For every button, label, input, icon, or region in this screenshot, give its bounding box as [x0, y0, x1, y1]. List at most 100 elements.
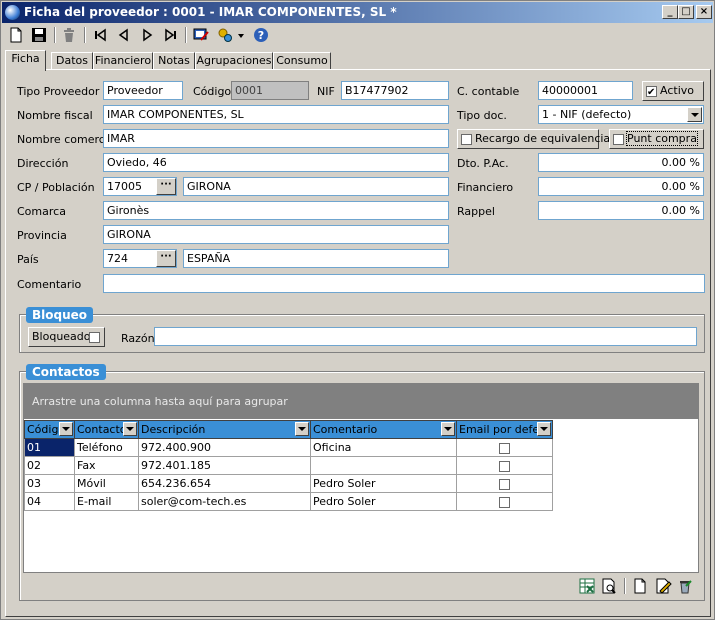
delete-contact-icon[interactable]	[676, 577, 694, 595]
codigo-field: 0001	[231, 81, 309, 100]
email-defecto-checkbox[interactable]	[499, 460, 510, 472]
chevron-down-icon[interactable]	[441, 422, 455, 436]
cell-descripcion[interactable]: 972.400.900	[138, 438, 311, 457]
cell-comentario[interactable]: Pedro Soler	[310, 474, 457, 493]
cp-lookup-button[interactable]: ···	[156, 178, 176, 195]
new-contact-icon[interactable]	[631, 577, 649, 595]
cell-codigo[interactable]: 03	[24, 474, 75, 493]
nif-field[interactable]: B17477902	[341, 81, 449, 100]
toolbar-separator	[624, 578, 626, 594]
tab-financiero[interactable]: Financiero	[93, 52, 153, 70]
cell-contacto[interactable]: Fax	[74, 456, 139, 475]
tab-notas[interactable]: Notas	[153, 52, 195, 70]
comentario-field[interactable]	[103, 274, 705, 293]
cell-codigo[interactable]: 04	[24, 492, 75, 511]
next-record-icon[interactable]	[138, 26, 156, 44]
column-header-label: Códig	[27, 423, 59, 436]
cell-contacto[interactable]: Móvil	[74, 474, 139, 493]
tipo-doc-label: Tipo doc.	[457, 109, 507, 122]
tab-ficha[interactable]: Ficha	[5, 50, 46, 71]
email-defecto-checkbox[interactable]	[499, 478, 510, 490]
print-preview-icon[interactable]	[600, 577, 618, 595]
tab-agrupaciones[interactable]: Agrupaciones	[195, 52, 273, 70]
chevron-down-icon[interactable]	[123, 422, 137, 436]
cell-contacto[interactable]: Teléfono	[74, 438, 139, 457]
table-row[interactable]: 01 Teléfono 972.400.900 Oficina	[24, 438, 553, 457]
direccion-field[interactable]: Oviedo, 46	[103, 153, 449, 172]
cell-contacto[interactable]: E-mail	[74, 492, 139, 511]
delete-icon[interactable]	[60, 26, 78, 44]
dto-pac-label: Dto. P.Ac.	[457, 157, 509, 170]
cell-comentario[interactable]: Pedro Soler	[310, 492, 457, 511]
punt-compra-checkbox[interactable]: Punt compra	[609, 129, 704, 149]
financiero-field[interactable]: 0.00 %	[538, 177, 704, 196]
cell-email-defecto[interactable]	[456, 492, 553, 511]
column-header-descripcion[interactable]: Descripción	[138, 420, 311, 439]
tipo-proveedor-select[interactable]: Proveedor	[103, 81, 183, 100]
maximize-button[interactable]: □	[678, 5, 694, 19]
save-icon[interactable]	[30, 26, 48, 44]
column-header-comentario[interactable]: Comentario	[310, 420, 457, 439]
last-record-icon[interactable]	[161, 26, 179, 44]
cp-poblacion-label: CP / Población	[17, 181, 95, 194]
table-row[interactable]: 02 Fax 972.401.185	[24, 456, 553, 475]
pais-lookup-button[interactable]: ···	[156, 250, 176, 267]
pais-field[interactable]: ESPAÑA	[183, 249, 449, 268]
close-button[interactable]: ×	[696, 5, 712, 19]
rappel-field[interactable]: 0.00 %	[538, 201, 704, 220]
email-defecto-checkbox[interactable]	[499, 442, 510, 454]
export-excel-icon[interactable]	[578, 577, 596, 595]
app-icon	[5, 5, 20, 20]
cell-codigo[interactable]: 01	[24, 438, 75, 457]
new-doc-icon[interactable]	[7, 26, 25, 44]
financiero-label: Financiero	[457, 181, 514, 194]
contactos-grid: Arrastre una columna hasta aquí para agr…	[23, 383, 699, 573]
activo-checkbox[interactable]: Activo	[642, 81, 704, 102]
cell-descripcion[interactable]: soler@com-tech.es	[138, 492, 311, 511]
bloqueo-title: Bloqueo	[26, 307, 94, 323]
poblacion-field[interactable]: GIRONA	[183, 177, 449, 196]
tools-icon[interactable]	[216, 26, 234, 44]
customize-icon[interactable]	[192, 26, 210, 44]
chevron-down-icon[interactable]	[537, 422, 551, 436]
cell-email-defecto[interactable]	[456, 474, 553, 493]
recargo-label: Recargo de equivalencia	[475, 132, 611, 145]
comarca-field[interactable]: Gironès	[103, 201, 449, 220]
cell-descripcion[interactable]: 972.401.185	[138, 456, 311, 475]
provincia-field[interactable]: GIRONA	[103, 225, 449, 244]
toolbar-separator	[54, 27, 56, 43]
column-header-contacto[interactable]: Contacto	[74, 420, 139, 439]
chevron-down-icon[interactable]	[295, 422, 309, 436]
tipo-doc-select[interactable]: 1 - NIF (defecto)	[538, 105, 704, 124]
c-contable-field[interactable]: 40000001	[538, 81, 633, 100]
edit-contact-icon[interactable]	[654, 577, 672, 595]
chevron-down-icon[interactable]	[59, 422, 73, 436]
tab-consumo[interactable]: Consumo	[273, 52, 331, 70]
table-row[interactable]: 03 Móvil 654.236.654 Pedro Soler	[24, 474, 553, 493]
cell-descripcion[interactable]: 654.236.654	[138, 474, 311, 493]
first-record-icon[interactable]	[92, 26, 110, 44]
dto-pac-field[interactable]: 0.00 %	[538, 153, 704, 172]
minimize-button[interactable]: _	[662, 5, 678, 19]
razon-field[interactable]	[154, 327, 697, 346]
cell-comentario[interactable]: Oficina	[310, 438, 457, 457]
tab-datos[interactable]: Datos	[51, 52, 93, 70]
recargo-equivalencia-checkbox[interactable]: Recargo de equivalencia	[457, 129, 610, 149]
nombre-fiscal-field[interactable]: IMAR COMPONENTES, SL	[103, 105, 449, 124]
help-icon[interactable]: ?	[252, 26, 270, 44]
group-by-area[interactable]: Arrastre una columna hasta aquí para agr…	[24, 384, 698, 419]
table-row[interactable]: 04 E-mail soler@com-tech.es Pedro Soler	[24, 492, 553, 511]
cell-codigo[interactable]: 02	[24, 456, 75, 475]
cell-comentario[interactable]	[310, 456, 457, 475]
column-header-email-defecto[interactable]: Email por defec	[456, 420, 553, 439]
email-defecto-checkbox[interactable]	[499, 496, 510, 508]
nombre-comercial-field[interactable]: IMAR	[103, 129, 449, 148]
bloqueado-checkbox[interactable]: Bloqueado	[28, 327, 105, 347]
cell-email-defecto[interactable]	[456, 456, 553, 475]
tipo-proveedor-value: Proveedor	[107, 84, 163, 97]
cell-email-defecto[interactable]	[456, 438, 553, 457]
prev-record-icon[interactable]	[115, 26, 133, 44]
column-header-codigo[interactable]: Códig	[24, 420, 75, 439]
chevron-down-icon[interactable]	[236, 26, 246, 44]
chevron-down-icon[interactable]	[687, 107, 702, 122]
